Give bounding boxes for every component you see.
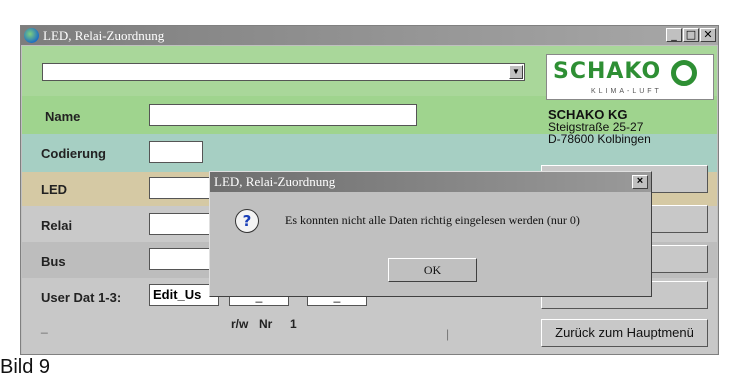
globe-icon (24, 28, 39, 43)
company-city: D-78600 Kolbingen (548, 132, 651, 146)
title-bar[interactable]: LED, Relai-Zuordnung _ □ ✕ (21, 26, 718, 45)
led-label: LED (41, 182, 67, 197)
codierung-input[interactable] (149, 141, 203, 163)
logo-text: SCHAKO (553, 59, 662, 84)
bus-label: Bus (41, 254, 66, 269)
company-address: SCHAKO KG Steigstraße 25-27 D-78600 Kolb… (548, 108, 651, 146)
figure-caption: Bild 9 (0, 356, 51, 378)
dialog-message: Es konnten nicht alle Daten richtig eing… (285, 213, 580, 227)
name-label: Name (45, 109, 81, 124)
chevron-down-icon[interactable]: ▼ (509, 65, 523, 79)
dialog-title-bar[interactable]: LED, Relai-Zuordnung × (210, 172, 651, 192)
record-select[interactable]: ▼ (42, 63, 525, 81)
userdat-label: User Dat 1-3: (41, 290, 122, 305)
logo-ring-icon (671, 60, 697, 86)
name-input[interactable] (149, 104, 417, 126)
maximize-button[interactable]: □ (683, 28, 699, 42)
error-dialog: LED, Relai-Zuordnung × ? Es konnten nich… (209, 171, 652, 297)
schako-logo: SCHAKO KLIMA-LUFT (546, 54, 714, 100)
rw-label: r/w (231, 317, 249, 331)
ok-button[interactable]: OK (388, 258, 477, 282)
dialog-title: LED, Relai-Zuordnung (214, 174, 336, 189)
back-to-main-menu-button[interactable]: Zurück zum Hauptmenü (541, 319, 708, 347)
bus-input[interactable] (149, 248, 215, 270)
nr-value: 1 (290, 317, 297, 331)
question-icon: ? (235, 209, 259, 233)
relai-input[interactable] (149, 213, 215, 235)
led-input[interactable] (149, 177, 215, 199)
window-title: LED, Relai-Zuordnung (43, 28, 165, 43)
close-button[interactable]: ✕ (700, 28, 716, 42)
status-bar-mark: | (446, 327, 450, 341)
minimize-button[interactable]: _ (666, 28, 682, 42)
logo-subtitle: KLIMA-LUFT (591, 88, 662, 95)
status-dash: _ (41, 320, 48, 334)
dialog-close-button[interactable]: × (632, 175, 648, 189)
codierung-label: Codierung (41, 146, 106, 161)
relai-label: Relai (41, 218, 73, 233)
nr-label: Nr (259, 317, 273, 331)
